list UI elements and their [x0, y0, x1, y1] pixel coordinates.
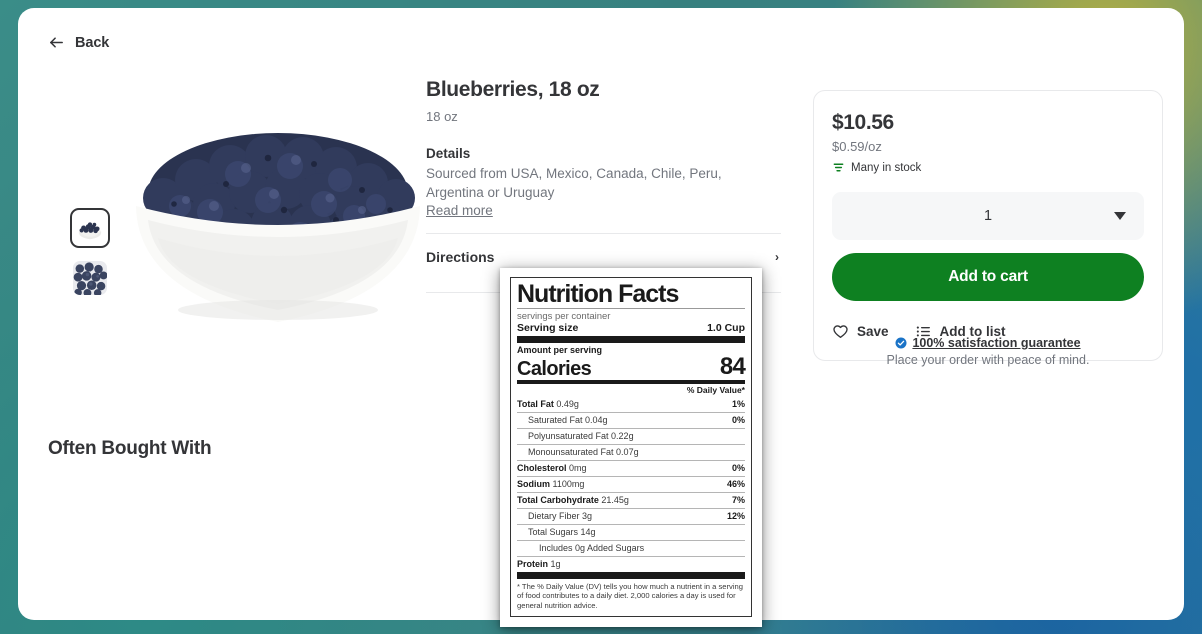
nutrient-name: Dietary Fiber 3g: [528, 511, 593, 521]
details-heading: Details: [426, 146, 471, 162]
nutrient-row: Cholesterol 0mg 0%: [517, 459, 745, 476]
nutrient-rows: Total Fat 0.49g 1% Saturated Fat 0.04g 0% Po…: [517, 397, 745, 572]
nutrient-row: Includes 0g Added Sugars: [517, 539, 745, 556]
guarantee-headline-row: 100% satisfaction guarantee: [813, 336, 1163, 350]
product-details: Blueberries, 18 oz 18 oz Details Sourced…: [426, 78, 781, 294]
nutrient-daily-value: 7%: [731, 495, 745, 505]
quantity-value: 1: [983, 208, 993, 224]
amount-per-serving-label: Amount per serving: [517, 345, 603, 355]
nutrient-row: Monounsaturated Fat 0.07g: [517, 443, 745, 460]
arrow-left-icon: [50, 37, 63, 48]
nutrient-name: Protein 1g: [517, 559, 561, 569]
nutrition-facts-panel: Nutrition Facts servings per container S…: [500, 268, 762, 627]
nutrient-row: Sodium 1100mg 46%: [517, 475, 745, 492]
stock-status: Many in stock: [832, 161, 1144, 174]
serving-size-label: Serving size: [517, 322, 579, 334]
nutrient-daily-value: 0%: [731, 415, 745, 425]
rule-thick-1: [517, 336, 745, 343]
thumbnail-2[interactable]: [70, 258, 110, 298]
nutrition-title: Nutrition Facts: [517, 282, 745, 309]
nutrient-name: Sodium 1100mg: [517, 479, 585, 489]
nutrient-name: Total Sugars 14g: [528, 527, 596, 537]
price: $10.56: [832, 111, 894, 134]
purchase-card: $10.56 $0.59/oz Many in stock 1 Add to c…: [813, 90, 1163, 361]
nutrient-name: Cholesterol 0mg: [517, 463, 587, 473]
nutrient-row: Saturated Fat 0.04g 0%: [517, 411, 745, 428]
nutrient-name: Total Carbohydrate 21.45g: [517, 495, 629, 505]
often-bought-with-heading: Often Bought With: [48, 438, 212, 459]
servings-per-container: servings per container: [517, 311, 611, 322]
nutrient-daily-value: 46%: [726, 479, 745, 489]
nutrient-row: Total Sugars 14g: [517, 523, 745, 540]
serving-size-value: 1.0 Cup: [707, 322, 745, 334]
thumbnail-1[interactable]: [70, 208, 110, 248]
calories-value: 84: [719, 353, 746, 380]
chevron-down-icon: [1114, 212, 1126, 220]
nutrient-name: Includes 0g Added Sugars: [539, 543, 645, 553]
details-text: Sourced from USA, Mexico, Canada, Chile,…: [426, 166, 722, 201]
nutrient-row: Dietary Fiber 3g 12%: [517, 507, 745, 524]
calories-row: Calories 84: [517, 353, 746, 380]
thumbnail-2-image: [73, 261, 107, 295]
product-size: 18 oz: [426, 109, 458, 125]
guarantee-subtext: Place your order with peace of mind.: [886, 353, 1090, 367]
nutrition-footnote: * The % Daily Value (DV) tells you how m…: [517, 581, 743, 610]
nutrient-name: Total Fat 0.49g: [517, 399, 579, 409]
nutrient-row: Polyunsaturated Fat 0.22g: [517, 427, 745, 444]
back-label: Back: [75, 34, 110, 51]
serving-size-row: Serving size 1.0 Cup: [517, 322, 745, 336]
stock-level-icon: [833, 163, 844, 172]
satisfaction-guarantee: 100% satisfaction guarantee Place your o…: [813, 336, 1163, 367]
nutrient-row: Total Fat 0.49g 1%: [517, 397, 745, 412]
nutrient-name: Monounsaturated Fat 0.07g: [528, 447, 639, 457]
directions-label: Directions: [426, 249, 495, 266]
daily-value-header: % Daily Value*: [686, 385, 745, 395]
back-button[interactable]: Back: [48, 34, 109, 51]
stock-text: Many in stock: [851, 161, 922, 174]
chevron-right-icon: ›: [775, 250, 779, 265]
product-gallery: [48, 78, 438, 408]
nutrient-daily-value: 1%: [731, 399, 745, 409]
page-title: Blueberries, 18 oz: [426, 78, 600, 101]
nutrient-row: Protein 1g: [517, 555, 745, 572]
nutrition-facts-label: Nutrition Facts servings per container S…: [510, 277, 752, 617]
thumbnail-1-image: [74, 212, 106, 244]
nutrient-name: Saturated Fat 0.04g: [528, 415, 608, 425]
nutrient-daily-value: 0%: [731, 463, 745, 473]
verified-check-icon: [895, 337, 907, 349]
read-more-link[interactable]: Read more: [426, 203, 493, 218]
thumbnail-list: [70, 208, 110, 298]
quantity-select[interactable]: 1: [832, 192, 1144, 240]
nutrient-name: Polyunsaturated Fat 0.22g: [528, 431, 634, 441]
nutrient-daily-value: 12%: [726, 511, 745, 521]
calories-label: Calories: [517, 358, 592, 380]
unit-price: $0.59/oz: [832, 139, 882, 154]
product-hero-image: [118, 88, 438, 388]
nutrient-row: Total Carbohydrate 21.45g 7%: [517, 491, 745, 508]
add-to-cart-button[interactable]: Add to cart: [832, 253, 1144, 301]
rule-thick-2: [517, 571, 745, 579]
guarantee-link[interactable]: 100% satisfaction guarantee: [912, 336, 1080, 350]
